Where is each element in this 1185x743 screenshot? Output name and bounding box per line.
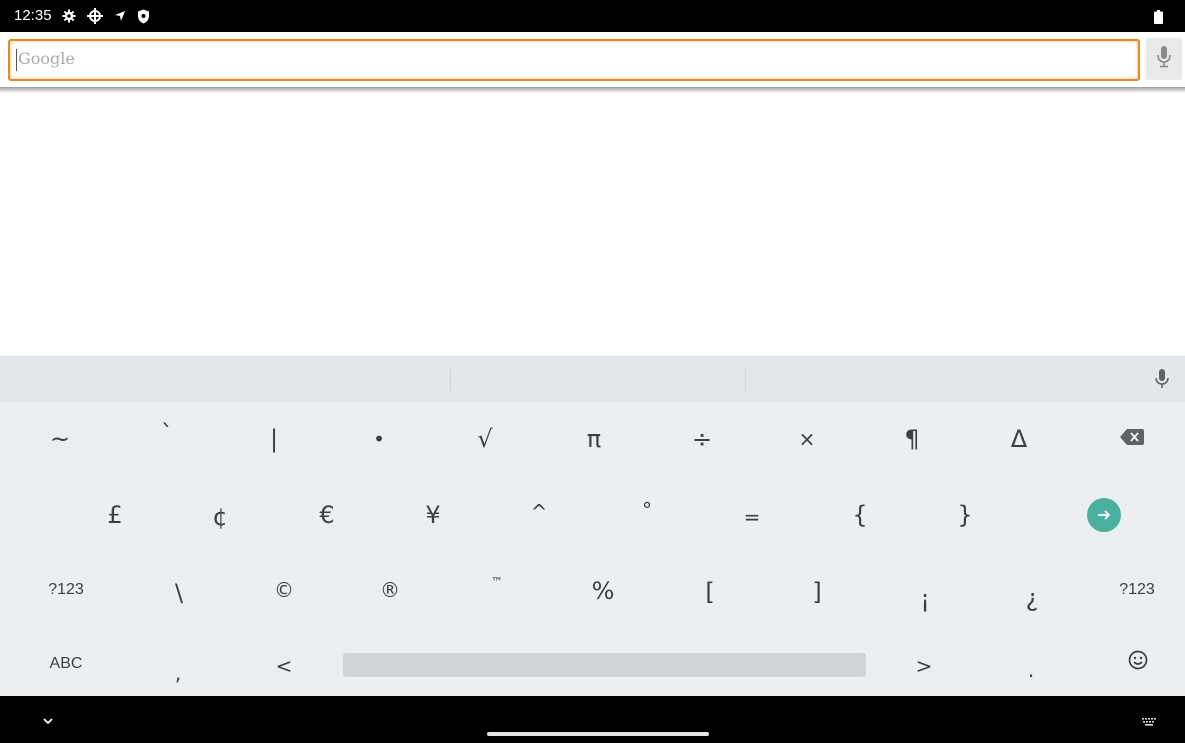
- key-left-brace[interactable]: {: [840, 497, 880, 533]
- emoji-icon: [1128, 650, 1148, 674]
- navigation-arrow-icon: [114, 10, 126, 22]
- key-multiply[interactable]: ×: [787, 421, 827, 457]
- keyboard-voice-input-icon[interactable]: [1155, 369, 1169, 393]
- key-comma[interactable]: ,: [158, 655, 198, 691]
- key-left-bracket[interactable]: [: [690, 574, 730, 610]
- key-cent[interactable]: ¢: [200, 499, 240, 535]
- navigation-bar: [0, 696, 1185, 743]
- backspace-icon: [1120, 429, 1144, 449]
- key-caret[interactable]: ^: [519, 494, 559, 530]
- key-bullet[interactable]: •: [359, 421, 399, 457]
- symbols-toggle-key-right[interactable]: ?123: [1107, 572, 1167, 608]
- key-period[interactable]: .: [1011, 652, 1051, 688]
- key-percent[interactable]: %: [583, 573, 623, 609]
- key-less-than[interactable]: <: [264, 648, 304, 684]
- key-equals[interactable]: =: [732, 499, 772, 535]
- settings-gear-icon: [62, 9, 76, 23]
- key-greater-than[interactable]: >: [904, 648, 944, 684]
- location-target-icon: [87, 8, 103, 24]
- search-bar-shadow: [0, 87, 1185, 93]
- backspace-key[interactable]: [1108, 421, 1156, 457]
- key-divide[interactable]: ÷: [682, 421, 722, 457]
- battery-icon: [1154, 9, 1163, 28]
- key-copyright[interactable]: ©: [264, 572, 304, 608]
- key-pilcrow[interactable]: ¶: [892, 421, 932, 457]
- symbols-keyboard: ~ ` | • √ π ÷ × ¶ Δ £ ¢ € ¥ ^ ° = { } ?1…: [0, 356, 1185, 696]
- go-key[interactable]: [1082, 497, 1126, 533]
- key-euro[interactable]: €: [307, 497, 347, 533]
- suggestion-divider: [745, 369, 746, 391]
- key-right-brace[interactable]: }: [945, 497, 985, 533]
- chevron-down-icon[interactable]: [42, 710, 54, 729]
- shield-icon: [137, 9, 150, 24]
- text-cursor: [16, 49, 17, 71]
- voice-search-button[interactable]: [1146, 38, 1182, 80]
- microphone-icon: [1156, 45, 1172, 73]
- home-gesture-handle[interactable]: [487, 732, 709, 736]
- key-trademark[interactable]: ™: [477, 564, 517, 600]
- symbols-toggle-key-left[interactable]: ?123: [36, 572, 96, 608]
- key-inverted-exclamation[interactable]: ¡: [905, 581, 945, 617]
- key-sqrt[interactable]: √: [465, 421, 505, 457]
- key-pound[interactable]: £: [95, 497, 135, 533]
- key-inverted-question[interactable]: ¿: [1012, 580, 1052, 616]
- key-yen[interactable]: ¥: [413, 497, 453, 533]
- key-pi[interactable]: π: [574, 421, 614, 457]
- space-key[interactable]: [343, 653, 866, 677]
- status-time: 12:35: [14, 7, 52, 24]
- emoji-key[interactable]: [1118, 644, 1158, 680]
- abc-key[interactable]: ABC: [36, 646, 96, 682]
- key-right-bracket[interactable]: ]: [797, 574, 837, 610]
- go-arrow-icon: [1087, 498, 1121, 532]
- suggestion-divider: [450, 369, 451, 391]
- key-delta[interactable]: Δ: [999, 421, 1039, 457]
- status-icons: [62, 6, 150, 26]
- key-tilde[interactable]: ~: [40, 421, 80, 457]
- keyboard-icon[interactable]: [1141, 712, 1157, 731]
- key-backslash[interactable]: \: [159, 575, 199, 611]
- key-registered[interactable]: ®: [370, 572, 410, 608]
- key-backtick[interactable]: `: [147, 416, 187, 452]
- key-pipe[interactable]: |: [254, 421, 294, 457]
- search-bar: Google: [0, 32, 1185, 90]
- status-bar: 12:35: [0, 0, 1185, 32]
- key-degree[interactable]: °: [627, 492, 667, 528]
- search-placeholder: Google: [18, 49, 75, 68]
- suggestion-strip: [0, 356, 1185, 402]
- search-input[interactable]: Google: [8, 39, 1140, 81]
